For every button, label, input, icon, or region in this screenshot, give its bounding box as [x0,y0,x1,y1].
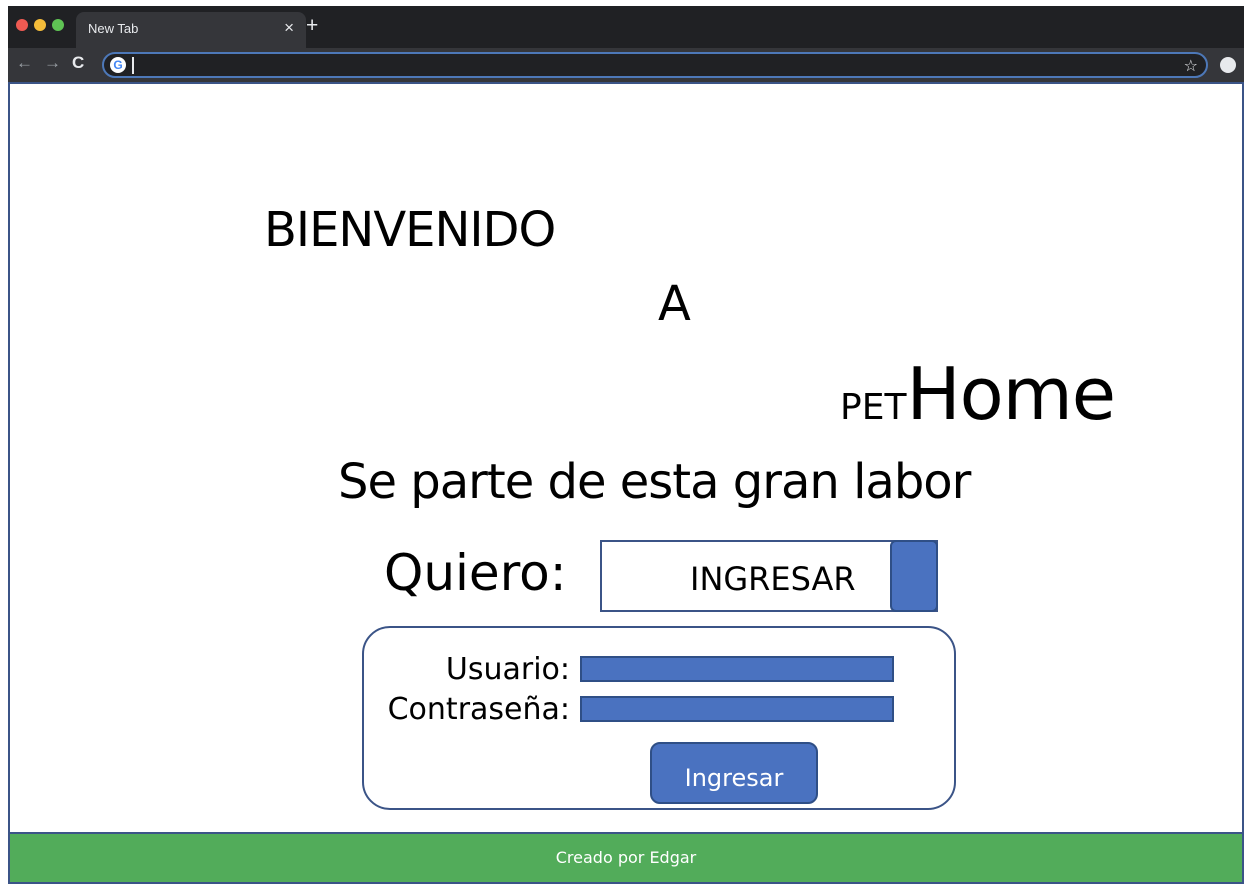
browser-toolbar: ← → C G ☆ [8,48,1244,82]
tab-title: New Tab [88,21,139,36]
address-bar[interactable]: G ☆ [102,52,1208,78]
username-label: Usuario: [445,652,570,687]
password-input[interactable] [580,696,894,722]
close-window-icon[interactable] [16,19,28,31]
password-label: Contraseña: [387,692,570,727]
footer-credit: Creado por Edgar [555,848,697,867]
login-form: Usuario: Contraseña: Ingresar [362,626,956,810]
tab-close-icon[interactable]: × [284,18,294,38]
action-select-value: INGRESAR [690,560,856,598]
new-tab-icon[interactable]: + [306,15,318,36]
bookmark-star-icon[interactable]: ☆ [1184,56,1198,76]
slogan: Se parte de esta gran labor [338,454,971,510]
choice-label: Quiero: [384,544,567,602]
brand-logo-text: PETHome [840,352,1116,436]
text-caret [132,57,134,74]
login-button[interactable]: Ingresar [650,742,818,804]
browser-tab[interactable]: New Tab × [76,12,306,48]
page-footer: Creado por Edgar [10,832,1242,882]
brand-prefix: PET [840,387,907,428]
forward-icon[interactable]: → [44,54,61,71]
back-icon[interactable]: ← [16,54,33,71]
reload-icon[interactable]: C [72,54,84,71]
welcome-heading: BIENVENIDO [264,202,556,258]
page-viewport: BIENVENIDO A PETHome Se parte de esta gr… [8,82,1244,884]
dropdown-toggle-button[interactable] [890,540,938,612]
brand-main: Home [906,352,1116,436]
browser-chrome: New Tab × + ← → C G ☆ [8,6,1244,82]
welcome-connector: A [658,276,691,332]
google-icon: G [110,57,126,73]
profile-avatar-icon[interactable] [1220,57,1236,73]
minimize-window-icon[interactable] [34,19,46,31]
username-input[interactable] [580,656,894,682]
tab-strip: New Tab × + [8,6,1244,48]
action-select[interactable]: INGRESAR [600,540,938,612]
maximize-window-icon[interactable] [52,19,64,31]
